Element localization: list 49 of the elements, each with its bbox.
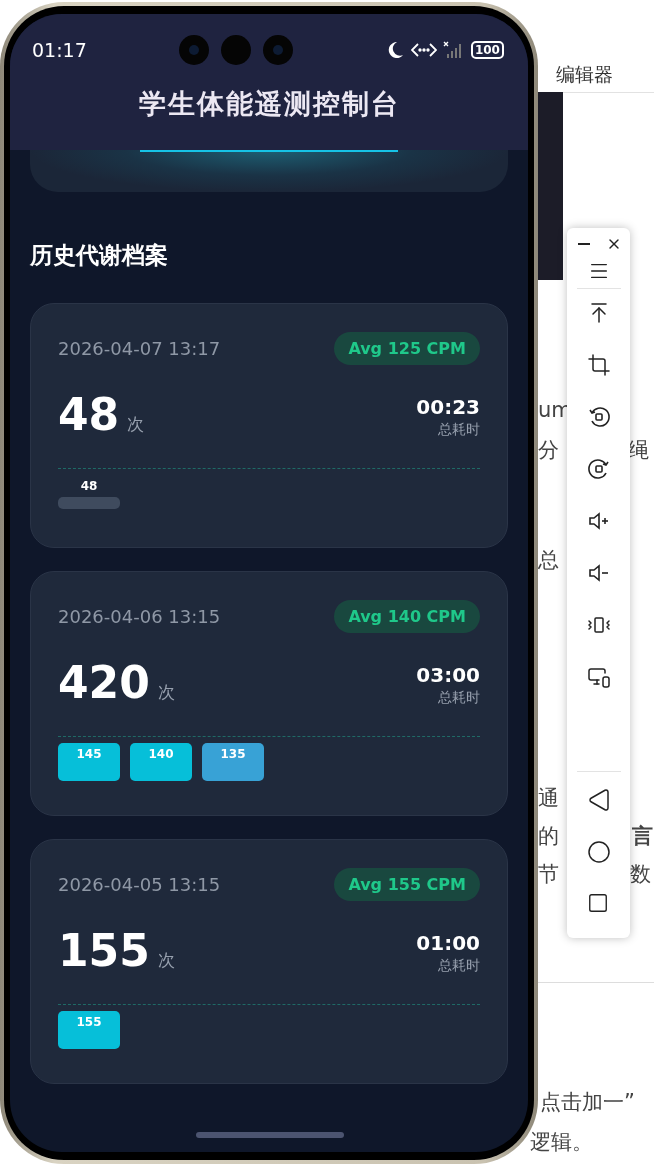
rate-bar: 135 xyxy=(202,743,264,781)
camera-icon xyxy=(178,35,209,65)
rate-bar: 155 xyxy=(58,1011,120,1049)
text-fragment: 的 xyxy=(538,823,559,850)
back-icon xyxy=(586,788,611,812)
record-datetime: 2026-04-07 13:17 xyxy=(58,338,221,359)
app-title: 学生体能遥测控制台 xyxy=(137,87,401,121)
count-value: 155 xyxy=(58,925,150,976)
devices-icon xyxy=(586,665,611,689)
count-value: 420 xyxy=(58,657,150,708)
duration-label: 总耗时 xyxy=(438,689,480,707)
circle-icon xyxy=(586,840,611,864)
status-time: 01:17 xyxy=(32,39,87,61)
text-fragment: 言 xyxy=(632,823,653,850)
text-fragment: 点击加一” xyxy=(540,1089,635,1116)
text-fragment: 逻辑。 xyxy=(530,1129,593,1156)
battery-indicator: 100 xyxy=(470,41,504,59)
count-unit: 次 xyxy=(157,949,175,972)
count-unit: 次 xyxy=(127,413,145,436)
rate-bar: 145 xyxy=(58,743,120,781)
text-fragment: 总 xyxy=(538,547,559,574)
camera-icon xyxy=(220,35,251,65)
count-value: 48 xyxy=(58,389,120,440)
header-text: 编辑器 xyxy=(556,62,613,87)
rotate-left-icon xyxy=(586,405,611,429)
average-badge: Avg 125 CPM xyxy=(334,332,480,365)
text-fragment: 数 xyxy=(630,861,651,888)
section-title: 历史代谢档案 xyxy=(30,241,169,270)
square-icon xyxy=(586,892,609,914)
duration-value: 03:00 xyxy=(416,663,480,687)
text-fragment: 通 xyxy=(538,785,559,812)
rotate-right-icon xyxy=(586,457,611,481)
text-fragment: 节 xyxy=(538,861,559,888)
bar-label: 48 xyxy=(80,479,98,493)
duration-label: 总耗时 xyxy=(438,957,480,975)
record-datetime: 2026-04-06 13:15 xyxy=(58,606,221,627)
duration-value: 00:23 xyxy=(416,395,480,419)
duration-label: 总耗时 xyxy=(438,421,480,439)
crop-icon xyxy=(586,353,611,377)
record-datetime: 2026-04-05 13:15 xyxy=(58,874,221,895)
average-badge: Avg 140 CPM xyxy=(334,600,480,633)
text-fragment: 分 xyxy=(538,437,559,464)
duration-value: 01:00 xyxy=(416,931,480,955)
minus-icon xyxy=(577,243,590,245)
camera-icon xyxy=(262,35,293,65)
count-unit: 次 xyxy=(157,681,175,704)
average-badge: Avg 155 CPM xyxy=(334,868,480,901)
rate-bar: 140 xyxy=(130,743,192,781)
code-arrows-icon xyxy=(410,42,437,58)
